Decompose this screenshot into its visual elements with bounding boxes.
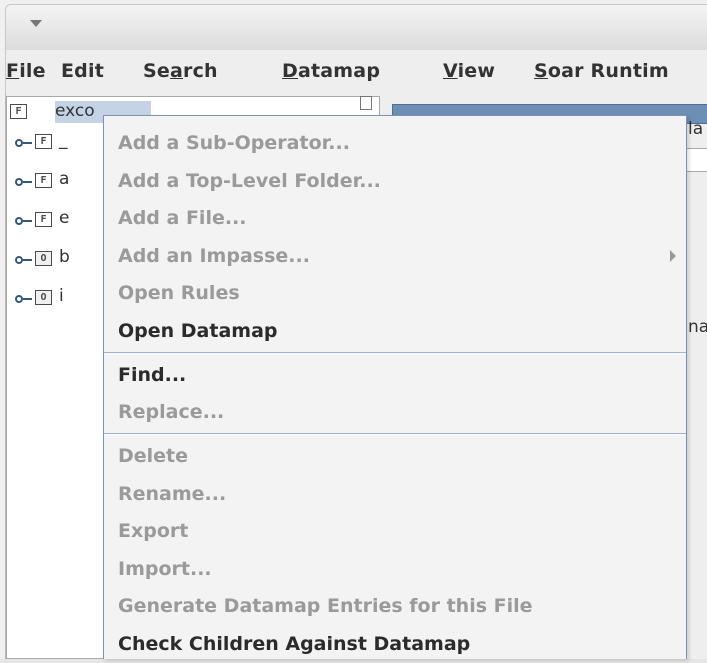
operator-icon: O — [35, 290, 52, 305]
menu-item-open-rules[interactable]: Open Rules — [118, 274, 240, 312]
tree-node[interactable]: F _ — [15, 131, 115, 153]
expand-icon[interactable] — [15, 139, 33, 147]
menu-item-import[interactable]: Import... — [118, 550, 212, 588]
tree-node[interactable]: O i — [15, 287, 115, 309]
menu-bar: File Edit Search Datamap View Soar Runti… — [5, 50, 707, 94]
split-pane-divider[interactable] — [360, 96, 372, 110]
expand-icon[interactable] — [15, 217, 33, 225]
expand-icon[interactable] — [15, 178, 33, 186]
menu-item-find[interactable]: Find... — [118, 356, 186, 394]
tree-node[interactable]: F a — [15, 170, 115, 192]
window-menu-icon[interactable] — [30, 20, 42, 27]
menu-item-add-sub-operator[interactable]: Add a Sub-Operator... — [118, 124, 350, 162]
menu-item-check-children-against-datamap[interactable]: Check Children Against Datamap — [118, 625, 470, 663]
expand-icon[interactable] — [15, 295, 33, 303]
tree-node-label: b — [59, 248, 70, 267]
menu-file[interactable]: File — [6, 60, 46, 82]
menu-edit[interactable]: Edit — [61, 60, 104, 82]
tree-node-label: e — [59, 209, 70, 228]
menu-item-delete[interactable]: Delete — [118, 437, 188, 475]
tree-node[interactable]: F e — [15, 209, 115, 231]
menu-item-add-top-level-folder[interactable]: Add a Top-Level Folder... — [118, 162, 381, 200]
context-menu: Add a Sub-Operator... Add a Top-Level Fo… — [103, 115, 687, 659]
menu-separator — [104, 433, 686, 436]
title-bar — [5, 4, 707, 50]
menu-datamap[interactable]: Datamap — [282, 60, 380, 82]
file-icon: F — [10, 104, 27, 119]
tree-root-label[interactable]: exco — [55, 101, 95, 121]
menu-item-add-file[interactable]: Add a File... — [118, 199, 247, 237]
menu-item-export[interactable]: Export — [118, 512, 188, 550]
menu-item-rename[interactable]: Rename... — [118, 475, 226, 513]
menu-item-add-impasse[interactable]: Add an Impasse... — [118, 237, 310, 275]
tree-node-label: i — [59, 287, 64, 306]
right-panel-text-mid: na — [688, 317, 707, 337]
tree-node[interactable]: O b — [15, 248, 115, 270]
tree-node-label: _ — [59, 131, 68, 150]
menu-search[interactable]: Search — [143, 60, 218, 82]
menu-item-replace[interactable]: Replace... — [118, 393, 224, 431]
expand-icon[interactable] — [15, 256, 33, 264]
menu-soar-runtime[interactable]: Soar Runtim — [534, 60, 669, 82]
file-icon: F — [35, 212, 52, 227]
menu-view[interactable]: View — [443, 60, 495, 82]
operator-icon: O — [35, 251, 52, 266]
menu-separator — [104, 352, 686, 355]
file-icon: F — [35, 173, 52, 188]
tree-node-label: a — [59, 170, 70, 189]
file-icon: F — [35, 134, 52, 149]
menu-item-open-datamap[interactable]: Open Datamap — [118, 312, 278, 350]
right-panel-text-top: la — [688, 119, 704, 139]
menu-item-generate-datamap-entries[interactable]: Generate Datamap Entries for this File — [118, 587, 533, 625]
submenu-arrow-icon — [670, 250, 676, 262]
app-window: File Edit Search Datamap View Soar Runti… — [0, 0, 707, 659]
